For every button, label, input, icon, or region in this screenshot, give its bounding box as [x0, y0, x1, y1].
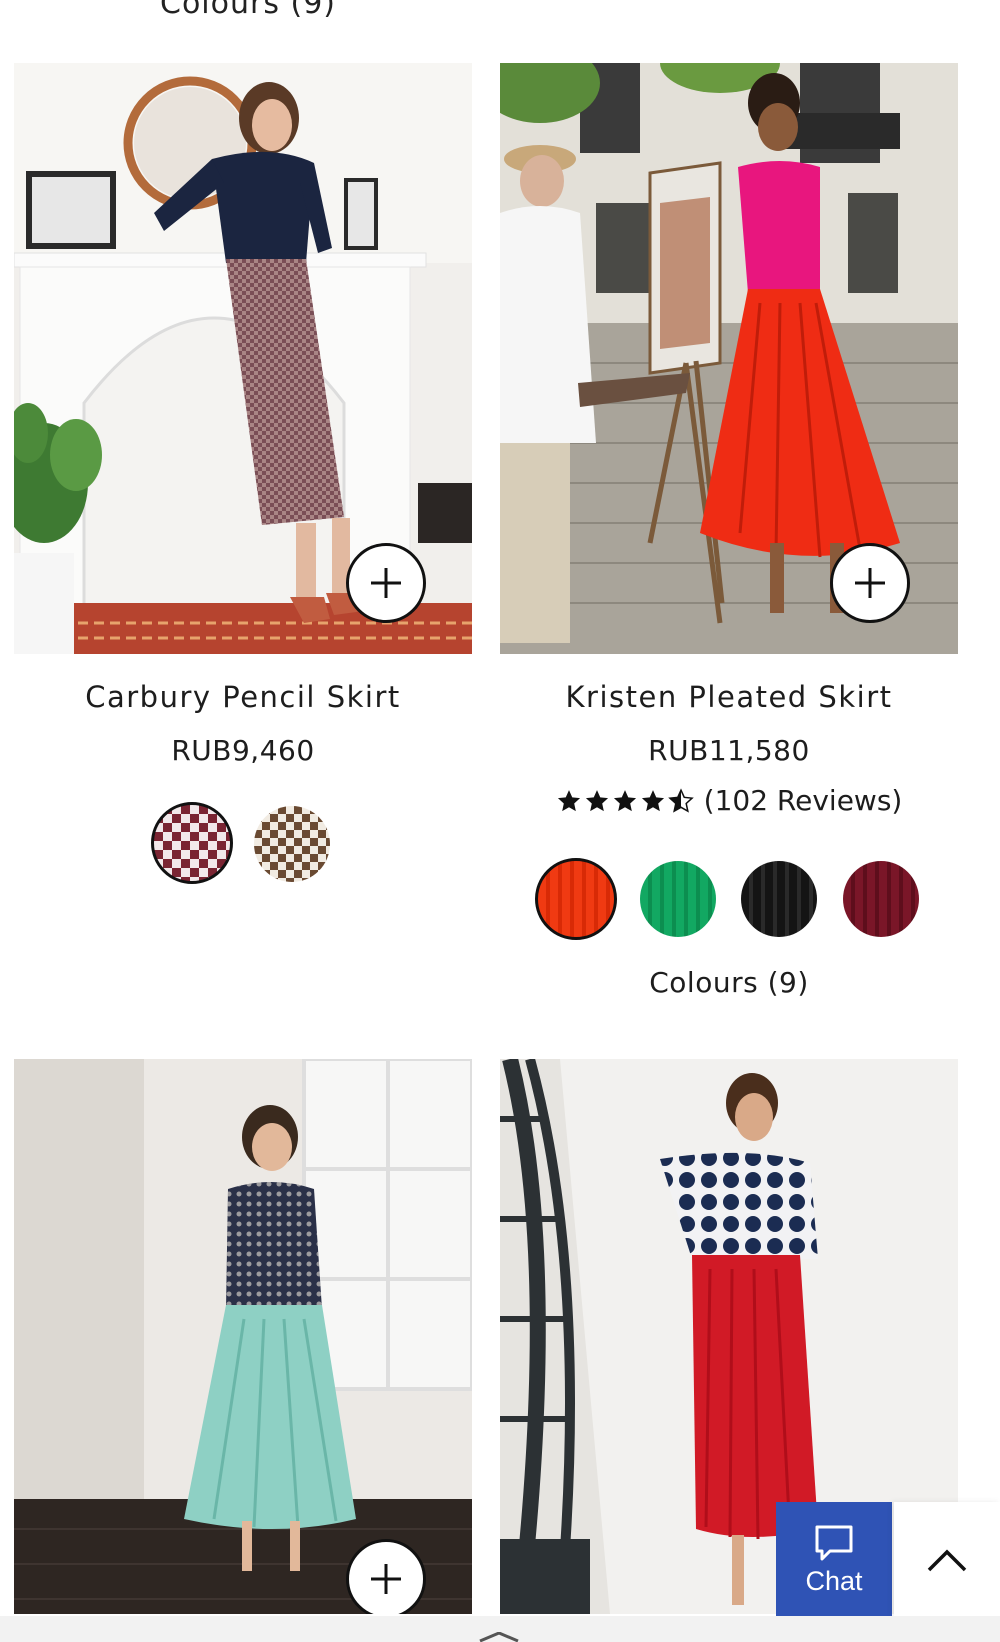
- review-count[interactable]: (102 Reviews): [704, 784, 903, 817]
- colour-swatch[interactable]: [254, 806, 330, 882]
- chat-label: Chat: [805, 1565, 863, 1596]
- star-full-icon: [585, 789, 608, 811]
- product-image-kristen-pleated-skirt[interactable]: [500, 63, 958, 654]
- product-rating[interactable]: (102 Reviews): [500, 784, 958, 817]
- colours-link[interactable]: Colours (9): [500, 966, 958, 999]
- colour-swatch-selected[interactable]: [151, 802, 233, 884]
- browser-bottom-bar: [0, 1616, 1000, 1642]
- colour-swatch-selected[interactable]: [535, 858, 617, 940]
- product-price: RUB9,460: [171, 734, 315, 767]
- star-half-icon: [667, 787, 694, 813]
- back-to-top-button[interactable]: [894, 1502, 1000, 1618]
- chevron-up-icon: [927, 1549, 967, 1572]
- star-full-icon: [613, 789, 636, 811]
- colour-swatch[interactable]: [741, 861, 817, 937]
- product-name[interactable]: Kristen Pleated Skirt: [500, 680, 958, 714]
- star-full-icon: [641, 789, 664, 811]
- product-image-carbury-pencil-skirt[interactable]: [14, 63, 472, 654]
- star-full-icon: [557, 789, 580, 811]
- product-image-teal-pleated-skirt[interactable]: [14, 1059, 472, 1614]
- rating-stars: [556, 787, 694, 814]
- plus-icon: [371, 1564, 401, 1594]
- colour-swatch[interactable]: [640, 861, 716, 937]
- product-name[interactable]: Carbury Pencil Skirt: [14, 680, 472, 714]
- product-photo: [14, 1059, 472, 1614]
- quick-add-button[interactable]: [346, 1539, 426, 1614]
- plus-icon: [371, 568, 401, 598]
- colour-swatch[interactable]: [843, 861, 919, 937]
- chevron-up-icon[interactable]: [478, 1632, 520, 1642]
- chat-button[interactable]: Chat: [776, 1502, 892, 1618]
- product-price: RUB11,580: [648, 734, 810, 767]
- chat-bubble-icon: [815, 1525, 853, 1560]
- quick-add-button[interactable]: [346, 543, 426, 623]
- previous-colours-link[interactable]: Colours (9): [160, 0, 336, 21]
- plus-icon: [855, 568, 885, 598]
- quick-add-button[interactable]: [830, 543, 910, 623]
